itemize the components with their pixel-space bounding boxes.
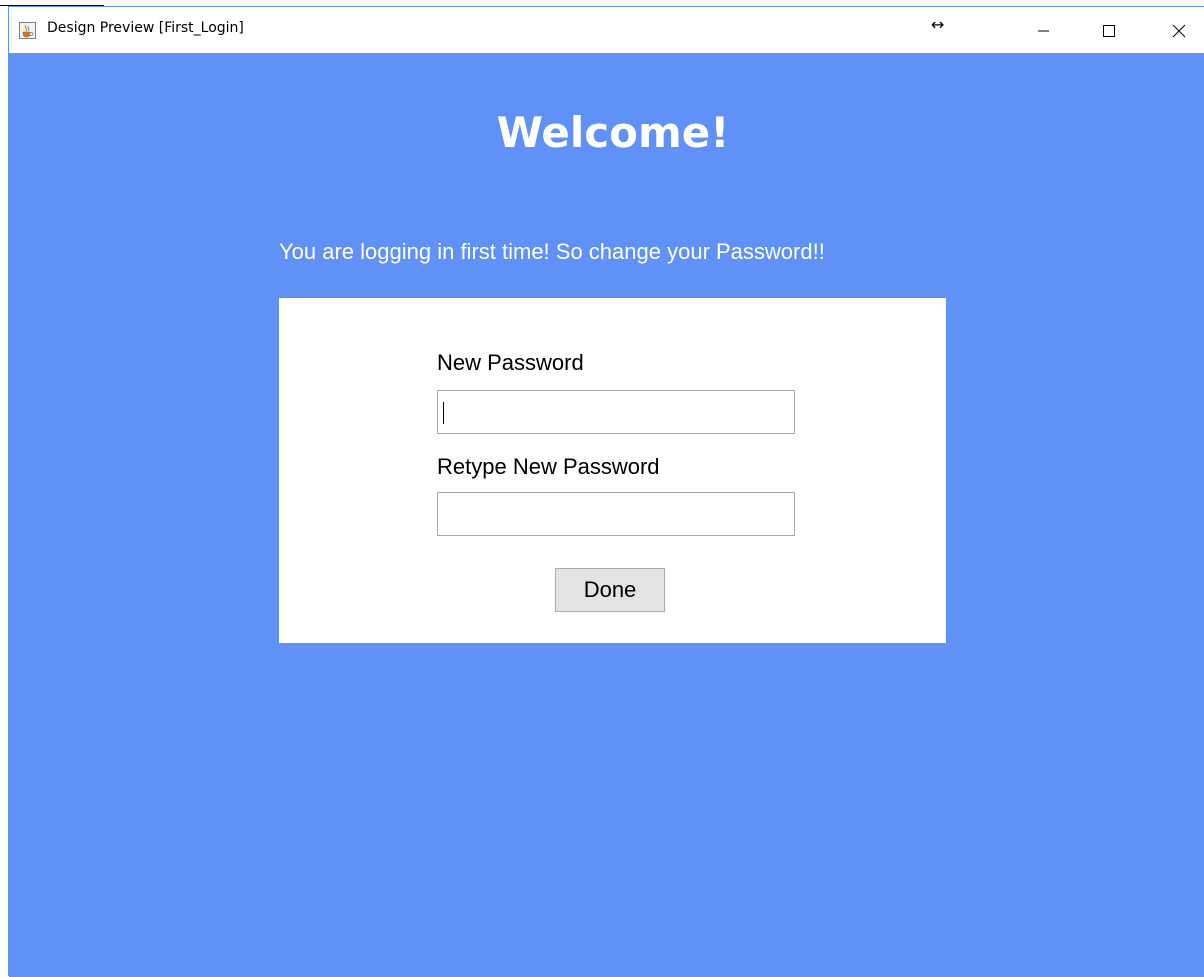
app-window: Design Preview [First_Login] ↔ Welcome! … [8,6,1204,977]
welcome-heading: Welcome! [496,108,730,157]
retype-password-field[interactable] [437,492,795,536]
change-password-message: You are logging in first time! So change… [279,239,825,264]
retype-password-label: Retype New Password [437,454,660,479]
window-title: Design Preview [First_Login] [47,20,244,36]
maximize-icon [1103,25,1115,37]
close-button[interactable] [1159,15,1199,45]
close-icon [1172,24,1186,38]
maximize-button[interactable] [1089,15,1129,45]
new-password-label: New Password [437,350,584,375]
minimize-button[interactable] [1023,15,1063,45]
done-button[interactable]: Done [555,568,665,612]
content-area: Welcome! You are logging in first time! … [9,53,1204,977]
title-bar[interactable]: Design Preview [First_Login] ↔ [9,7,1204,53]
password-form-panel: New Password Retype New Password Done [279,298,946,643]
left-edge-marks [0,0,8,976]
text-caret [443,402,444,424]
horizontal-resize-icon: ↔ [931,15,945,34]
new-password-field[interactable] [437,390,795,434]
minimize-icon [1038,30,1049,32]
java-cup-icon [19,22,36,39]
